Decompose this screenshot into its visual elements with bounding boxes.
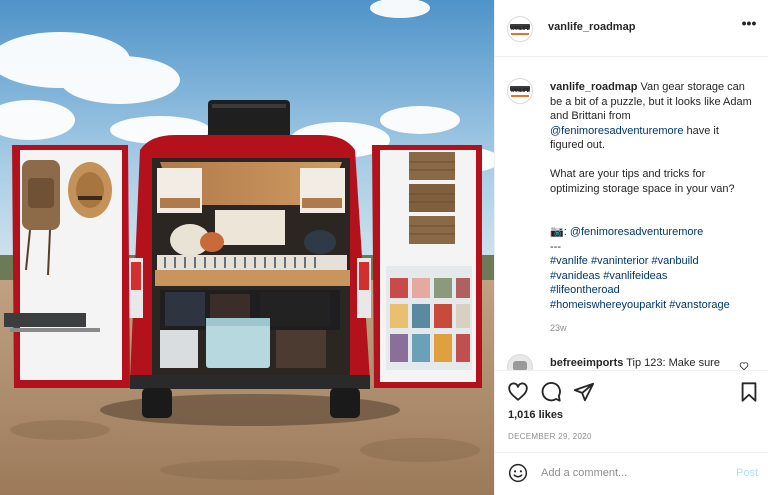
comment-avatar[interactable]	[507, 354, 533, 370]
comment-text: Tip 123: Make sure	[626, 357, 720, 369]
hashtags-line-3[interactable]: #lifeontheroad	[550, 283, 754, 298]
add-comment-bar: Post	[495, 452, 768, 495]
logo-text: VANLIFE	[510, 88, 530, 94]
van-storage-photo	[0, 0, 494, 495]
logo-text: VANLIFE	[510, 26, 530, 32]
header-username[interactable]: vanlife_roadmap	[548, 21, 635, 33]
heart-icon[interactable]	[507, 381, 529, 403]
caption-question: What are your tips and tricks for optimi…	[550, 168, 735, 195]
camera-credit-mention[interactable]: @fenimoresadventuremore	[570, 226, 703, 238]
caption-divider: ---	[550, 240, 561, 253]
hashtags-line-4[interactable]: #homeiswhereyouparkit #vanstorage	[550, 298, 754, 313]
post-panel: VANLIFE vanlife_roadmap ••• VANLIFE vanl…	[494, 0, 768, 495]
caption-avatar[interactable]: VANLIFE	[507, 78, 533, 104]
emoji-icon[interactable]	[508, 463, 528, 483]
avatar-image	[513, 361, 527, 370]
comments-section[interactable]: VANLIFE vanlife_roadmap Van gear storage…	[495, 58, 768, 370]
avatar[interactable]: VANLIFE	[507, 16, 533, 42]
ellipsis-icon[interactable]: •••	[739, 16, 759, 34]
post-caption: vanlife_roadmap Van gear storage can be …	[550, 80, 754, 336]
post-button[interactable]: Post	[736, 467, 758, 479]
caption-username[interactable]: vanlife_roadmap	[550, 81, 637, 93]
comment-item: befreeimports Tip 123: Make sure	[550, 356, 730, 370]
hashtags-line-2[interactable]: #vanideas #vanlifeideas	[550, 269, 754, 284]
comment-icon[interactable]	[540, 381, 562, 403]
hashtags-line-1[interactable]: #vanlife #vaninterior #vanbuild	[550, 254, 754, 269]
post-header: VANLIFE vanlife_roadmap •••	[495, 0, 768, 57]
share-icon[interactable]	[573, 381, 595, 403]
post-photo[interactable]	[0, 0, 494, 495]
comment-username[interactable]: befreeimports	[550, 357, 623, 369]
post-date[interactable]: DECEMBER 29, 2020	[508, 432, 592, 441]
logo-accent	[511, 33, 529, 35]
bookmark-icon[interactable]	[738, 381, 760, 403]
logo-accent	[511, 95, 529, 97]
likes-count[interactable]: 1,016 likes	[508, 409, 563, 421]
comment-input[interactable]	[541, 463, 721, 483]
camera-emoji: 📷:	[550, 226, 567, 238]
comment-like-icon[interactable]	[739, 361, 749, 370]
caption-time-ago[interactable]: 23w	[550, 321, 754, 336]
caption-mention[interactable]: @fenimoresadventuremore	[550, 125, 683, 137]
